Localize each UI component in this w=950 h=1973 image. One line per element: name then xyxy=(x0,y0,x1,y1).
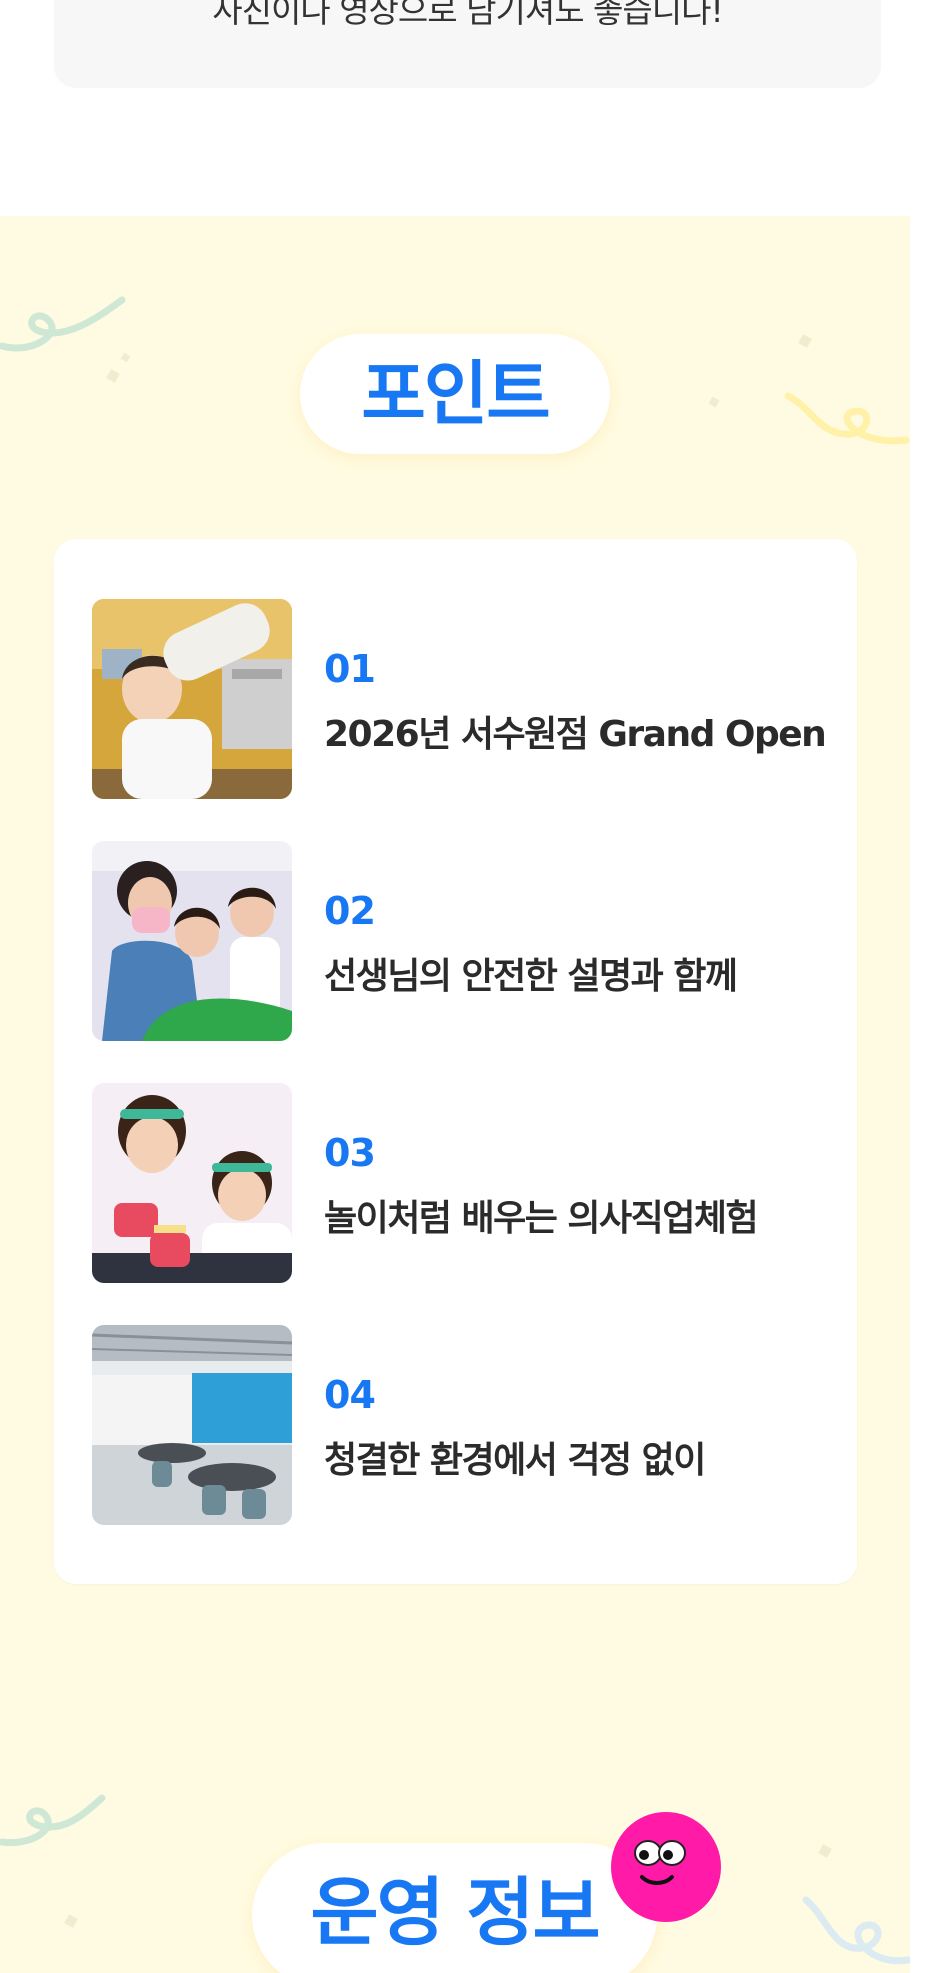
points-card: 01 2026년 서수원점 Grand Open 02 선생님의 안전한 설명과… xyxy=(54,539,857,1584)
point-title: 청결한 환경에서 걱정 없이 xyxy=(324,1440,706,1481)
point-item: 03 놀이처럼 배우는 의사직업체험 xyxy=(92,1083,832,1283)
point-number: 03 xyxy=(324,1131,376,1175)
top-note-text: 사진이나 영상으로 남기셔도 좋습니다! xyxy=(212,0,723,30)
confetti-dot xyxy=(818,1844,832,1858)
child-holding-cast-photo xyxy=(92,599,292,799)
kids-dental-play-photo xyxy=(92,1083,292,1283)
points-section: 포인트 01 2026년 서수원점 Grand Open 02 선생님의 안전한… xyxy=(0,216,910,1973)
squiggle-decoration-icon xyxy=(0,296,126,352)
clean-facility-photo xyxy=(92,1325,292,1525)
operation-title-pill: 운영 정보 xyxy=(252,1843,657,1973)
confetti-dot xyxy=(64,1914,78,1928)
teacher-with-kids-photo xyxy=(92,841,292,1041)
points-title-pill: 포인트 xyxy=(300,334,610,454)
point-title: 선생님의 안전한 설명과 함께 xyxy=(324,956,738,997)
point-number: 04 xyxy=(324,1373,376,1417)
point-number: 01 xyxy=(324,647,376,691)
mascot-icon xyxy=(611,1812,721,1922)
point-title: 2026년 서수원점 Grand Open xyxy=(324,714,827,755)
top-note-card: 사진이나 영상으로 남기셔도 좋습니다! xyxy=(54,0,881,88)
confetti-dot xyxy=(708,396,720,408)
confetti-dot xyxy=(798,334,812,348)
squiggle-decoration-icon xyxy=(802,1896,910,1965)
point-title: 놀이처럼 배우는 의사직업체험 xyxy=(324,1198,759,1239)
confetti-dot xyxy=(106,369,120,383)
point-number: 02 xyxy=(324,889,376,933)
points-title: 포인트 xyxy=(361,353,550,435)
squiggle-decoration-icon xyxy=(784,392,910,445)
point-item: 02 선생님의 안전한 설명과 함께 xyxy=(92,841,832,1041)
point-item: 04 청결한 환경에서 걱정 없이 xyxy=(92,1325,832,1525)
point-item: 01 2026년 서수원점 Grand Open xyxy=(92,599,832,799)
squiggle-decoration-icon xyxy=(0,1794,106,1847)
operation-title: 운영 정보 xyxy=(310,1870,600,1956)
